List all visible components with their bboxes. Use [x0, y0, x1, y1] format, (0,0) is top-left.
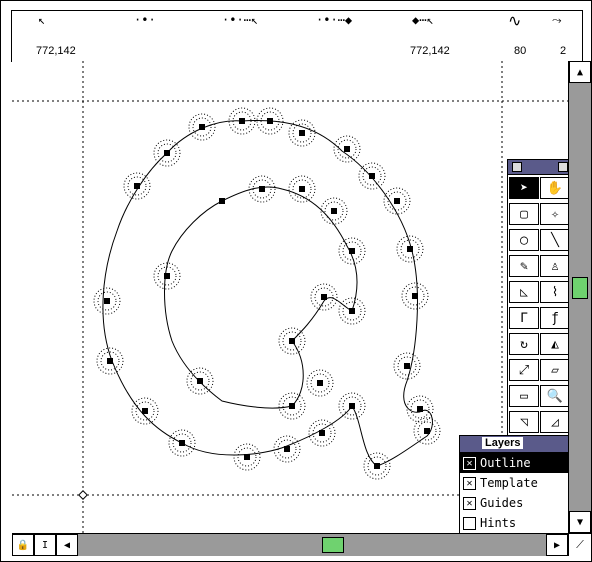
- angle-icon: ∿: [508, 11, 522, 30]
- layer-label: Guides: [480, 496, 524, 510]
- scroll-right-button[interactable]: ▶: [546, 534, 568, 556]
- lock-icon[interactable]: 🔒: [12, 534, 34, 556]
- pointer-icon: ↖: [38, 13, 46, 27]
- segment-icon: ·•·⋯↖: [222, 13, 259, 27]
- skew-tool[interactable]: ▱: [540, 359, 568, 381]
- layer-list: ✕ Outline ✕ Template ✕ Guides Hints: [460, 453, 568, 533]
- scale-tool[interactable]: ⤢: [509, 359, 539, 381]
- toolbox-titlebar[interactable]: [508, 160, 568, 175]
- freehand-tool[interactable]: ✎: [509, 255, 539, 277]
- toolbox-palette[interactable]: ➤ ✋ ▢ ✧ ◯ ╲ ✎ ♙ ◺ ⌇ Γƒ ↻ ◭ ⤢ ▱ ▭ 🔍 ◹ ◿: [507, 159, 568, 439]
- layer-label: Hints: [480, 516, 517, 530]
- pointer-tool[interactable]: ➤: [509, 177, 539, 199]
- scroll-up-button[interactable]: ▲: [569, 61, 591, 83]
- zoom-box-icon[interactable]: [558, 162, 568, 172]
- layer-label: Outline: [480, 456, 531, 470]
- corner-tool[interactable]: Γ: [509, 307, 539, 329]
- reflect-tool[interactable]: ◭: [540, 333, 568, 355]
- trace-tool[interactable]: ◹: [509, 411, 539, 433]
- distance-icon: ◆⋯↖: [412, 13, 434, 27]
- knife-tool[interactable]: ◺: [509, 281, 539, 303]
- curve-tool[interactable]: ƒ: [540, 307, 568, 329]
- layers-title: Layers: [482, 437, 524, 449]
- line-tool[interactable]: ╲: [540, 229, 568, 251]
- layers-titlebar[interactable]: Layers: [460, 436, 568, 453]
- outer-nodes: [93, 107, 441, 480]
- inner-contour: [164, 186, 358, 409]
- hand-tool[interactable]: ✋: [540, 177, 568, 199]
- layer-item-template[interactable]: ✕ Template: [460, 473, 568, 493]
- scroll-down-button[interactable]: ▼: [569, 511, 591, 533]
- horizontal-scrollbar[interactable]: 🔒 I ◀ ▶: [12, 533, 568, 556]
- layers-palette[interactable]: Layers ✕ Outline ✕ Template ✕ Guides Hints: [459, 435, 568, 533]
- vertical-scrollbar[interactable]: ▲ ▼: [568, 61, 591, 533]
- layer-item-hints[interactable]: Hints: [460, 513, 568, 533]
- pen-tool[interactable]: ♙: [540, 255, 568, 277]
- info-coord-left: 772,142: [36, 45, 76, 57]
- vertical-scroll-thumb[interactable]: [572, 277, 588, 299]
- resize-grip-icon[interactable]: ⟋: [568, 533, 591, 556]
- info-coord-right: 772,142: [410, 45, 450, 57]
- ellipse-tool[interactable]: ◯: [509, 229, 539, 251]
- scroll-left-button[interactable]: ◀: [56, 534, 78, 556]
- layer-item-outline[interactable]: ✕ Outline: [460, 453, 568, 473]
- tool-grid: ➤ ✋ ▢ ✧ ◯ ╲ ✎ ♙ ◺ ⌇ Γƒ ↻ ◭ ⤢ ▱ ▭ 🔍 ◹ ◿: [508, 175, 568, 437]
- layer-checkbox[interactable]: ✕: [463, 496, 476, 510]
- layer-label: Template: [480, 476, 538, 490]
- info-bar: ↖ 772,142 ·•· ·•·⋯↖ ·•·⋯◆ ◆⋯↖ 772,142 ∿ …: [11, 10, 583, 62]
- perspective-tool[interactable]: ◿: [540, 411, 568, 433]
- measure-tool[interactable]: ▭: [509, 385, 539, 407]
- origin-marker: [78, 490, 88, 500]
- point-icon: ·•·: [134, 13, 156, 27]
- rectangle-tool[interactable]: ▢: [509, 203, 539, 225]
- outer-contour: [102, 119, 433, 467]
- rotate-tool[interactable]: ↻: [509, 333, 539, 355]
- info-count: 2: [560, 45, 567, 57]
- info-angle: 80: [514, 45, 527, 57]
- close-box-icon[interactable]: [512, 162, 522, 172]
- handles-icon: ⤳: [552, 13, 562, 27]
- text-cursor-icon[interactable]: I: [34, 534, 56, 556]
- polygon-tool[interactable]: ✧: [540, 203, 568, 225]
- layer-item-guides[interactable]: ✕ Guides: [460, 493, 568, 513]
- drawing-canvas[interactable]: ➤ ✋ ▢ ✧ ◯ ╲ ✎ ♙ ◺ ⌇ Γƒ ↻ ◭ ⤢ ▱ ▭ 🔍 ◹ ◿ Layers ✕ Outline ✕ Tem…: [12, 61, 568, 533]
- curve-point-icon: ·•·⋯◆: [316, 13, 353, 27]
- inner-nodes: [153, 175, 366, 420]
- layer-checkbox[interactable]: [463, 516, 476, 530]
- zoom-tool[interactable]: 🔍: [540, 385, 568, 407]
- horizontal-scroll-thumb[interactable]: [322, 537, 344, 553]
- bezigon-tool[interactable]: ⌇: [540, 281, 568, 303]
- layer-checkbox[interactable]: ✕: [463, 476, 476, 490]
- document-window: ↖ 772,142 ·•· ·•·⋯↖ ·•·⋯◆ ◆⋯↖ 772,142 ∿ …: [0, 0, 592, 562]
- layer-checkbox[interactable]: ✕: [463, 456, 476, 470]
